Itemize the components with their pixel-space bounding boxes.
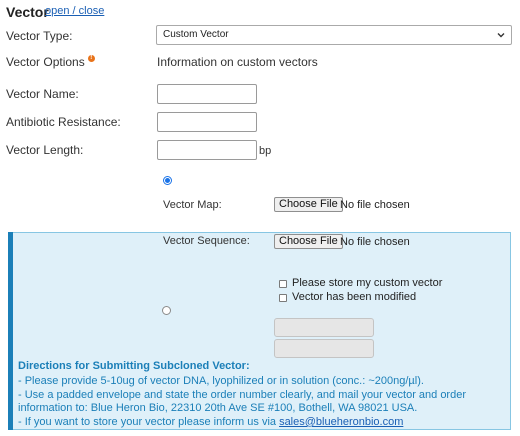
length-unit: bp — [259, 145, 272, 157]
vector-map-radio[interactable] — [163, 176, 172, 185]
disabled-input-2 — [274, 339, 374, 358]
vector-sequence-label: Vector Sequence: — [163, 235, 250, 247]
info-icon[interactable]: ! — [87, 55, 95, 62]
vector-options-label: Vector Options! — [6, 55, 95, 69]
section-title: Vector — [6, 4, 49, 20]
vector-map-label: Vector Map: — [163, 199, 222, 211]
vector-name-label: Vector Name: — [6, 87, 79, 101]
disabled-input-1 — [274, 318, 374, 337]
store-vector-label: Please store my custom vector — [292, 277, 443, 289]
vector-length-input[interactable] — [157, 140, 257, 160]
vector-name-input[interactable] — [157, 84, 257, 104]
store-vector-checkbox[interactable] — [279, 280, 287, 288]
directions-line-1: - Please provide 5-10ug of vector DNA, l… — [18, 375, 424, 387]
vector-type-label: Vector Type: — [6, 29, 73, 43]
vector-sequence-file-button[interactable]: Choose File — [274, 234, 343, 249]
vector-map-file-button[interactable]: Choose File — [274, 197, 343, 212]
vector-modified-label: Vector has been modified — [292, 291, 417, 303]
vector-type-selected: Custom Vector — [163, 29, 229, 40]
open-close-link[interactable]: open / close — [45, 5, 104, 17]
directions-line-2b: information to: Blue Heron Bio, 22310 20… — [18, 402, 418, 414]
vector-map-file-status: No file chosen — [340, 199, 410, 211]
vector-type-select[interactable]: Custom Vector — [156, 25, 512, 45]
vector-length-label: Vector Length: — [6, 143, 84, 157]
vector-options-label-text: Vector Options — [6, 55, 85, 69]
directions-line-2a: - Use a padded envelope and state the or… — [18, 389, 466, 401]
vector-sequence-file-status: No file chosen — [340, 236, 410, 248]
chevron-down-icon — [497, 33, 505, 38]
directions-line-3: - If you want to store your vector pleas… — [18, 416, 403, 428]
vector-modified-checkbox[interactable] — [279, 294, 287, 302]
vector-options-text: Information on custom vectors — [157, 55, 318, 69]
sales-email-link[interactable]: sales@blueheronbio.com — [279, 416, 403, 428]
subcloned-vector-radio[interactable] — [162, 306, 171, 315]
directions-line-3-text: - If you want to store your vector pleas… — [18, 416, 280, 428]
antibiotic-resistance-input[interactable] — [157, 112, 257, 132]
antibiotic-resistance-label: Antibiotic Resistance: — [6, 115, 121, 129]
directions-title: Directions for Submitting Subcloned Vect… — [18, 360, 250, 372]
panel-accent-bar — [8, 232, 13, 430]
